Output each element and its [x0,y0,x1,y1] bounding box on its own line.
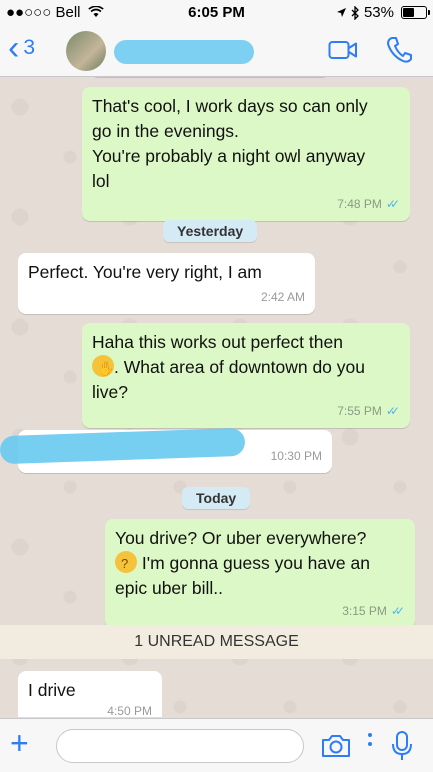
date-separator: Yesterday [163,220,258,242]
phone-icon[interactable] [386,36,412,64]
status-bar: ●●○○○ Bell 6:05 PM 53% [0,0,433,26]
bluetooth-icon [351,5,359,20]
message-time: 2:42 AM [260,290,305,304]
message-line: You're probably a night owl anyway [92,146,366,166]
message-text: You drive? Or uber everywhere? ? I'm gon… [115,526,405,601]
unread-chats-count: 3 [23,36,36,59]
back-button[interactable]: ‹ 3 [8,29,36,67]
message-time: 3:15 PM [342,604,387,618]
battery-icon [401,6,430,19]
message-line: lol [92,171,110,191]
message-text: Perfect. You're very right, I am [28,262,262,282]
battery-fill [403,8,415,17]
message-line-with-emoji: ✋. What area of downtown do you [92,355,400,380]
message-line: Haha this works out perfect then [92,332,343,352]
message-time: 7:55 PM [337,404,382,418]
message-bubble-outgoing[interactable]: That's cool, I work days so can only go … [82,87,410,221]
message-text: Haha this works out perfect then ✋. What… [92,330,400,405]
chat-header: ‹ 3 [0,26,433,77]
read-ticks-icon: ✓✓ [385,197,400,211]
microphone-icon[interactable] [390,730,414,762]
message-meta: 2:42 AM [261,285,305,310]
message-meta: 10:30 PM [271,444,322,469]
chat-area[interactable]: That's cool, I work days so can only go … [0,77,433,717]
thinking-emoji-icon: ? [115,551,137,573]
message-bubble-outgoing[interactable]: Haha this works out perfect then ✋. What… [82,323,410,428]
message-text: That's cool, I work days so can only go … [92,94,400,194]
message-bubble-outgoing[interactable]: You drive? Or uber everywhere? ? I'm gon… [105,519,415,628]
message-meta: 3:15 PM ✓✓ [342,599,405,624]
message-time: 10:30 PM [270,449,322,463]
chevron-left-icon: ‹ [8,29,20,67]
message-bubble-incoming[interactable]: I drive 4:50 PM [18,671,162,717]
message-line: go in the evenings. [92,121,239,141]
status-right: 53% [336,4,430,21]
location-icon [336,8,346,17]
read-ticks-icon: ✓✓ [385,404,400,418]
message-meta: 7:48 PM ✓✓ [337,192,400,217]
camera-icon[interactable] [320,733,352,759]
message-line-with-emoji: ? I'm gonna guess you have an [115,551,405,576]
message-line: You drive? Or uber everywhere? [115,528,367,548]
message-time: 7:48 PM [337,197,382,211]
unread-messages-banner: 1 UNREAD MESSAGE [0,625,433,659]
message-input[interactable] [56,729,304,763]
ok-hand-emoji-icon: ✋ [92,355,114,377]
more-options-icon[interactable] [368,733,372,755]
message-line: epic uber bill.. [115,578,223,598]
message-time: 4:50 PM [107,704,152,717]
message-meta: 7:55 PM ✓✓ [337,399,400,424]
message-bubble-incoming[interactable]: Perfect. You're very right, I am 2:42 AM [18,253,315,314]
plus-icon[interactable]: + [10,727,29,759]
read-ticks-icon: ✓✓ [390,604,405,618]
avatar[interactable] [66,31,106,71]
contact-name-redacted[interactable] [114,40,254,64]
video-call-icon[interactable] [328,40,358,60]
message-meta: 4:50 PM [107,699,152,717]
message-line: That's cool, I work days so can only [92,96,368,116]
date-separator: Today [182,487,251,509]
message-input-bar: + [0,718,433,772]
battery-percent: 53% [363,4,394,21]
